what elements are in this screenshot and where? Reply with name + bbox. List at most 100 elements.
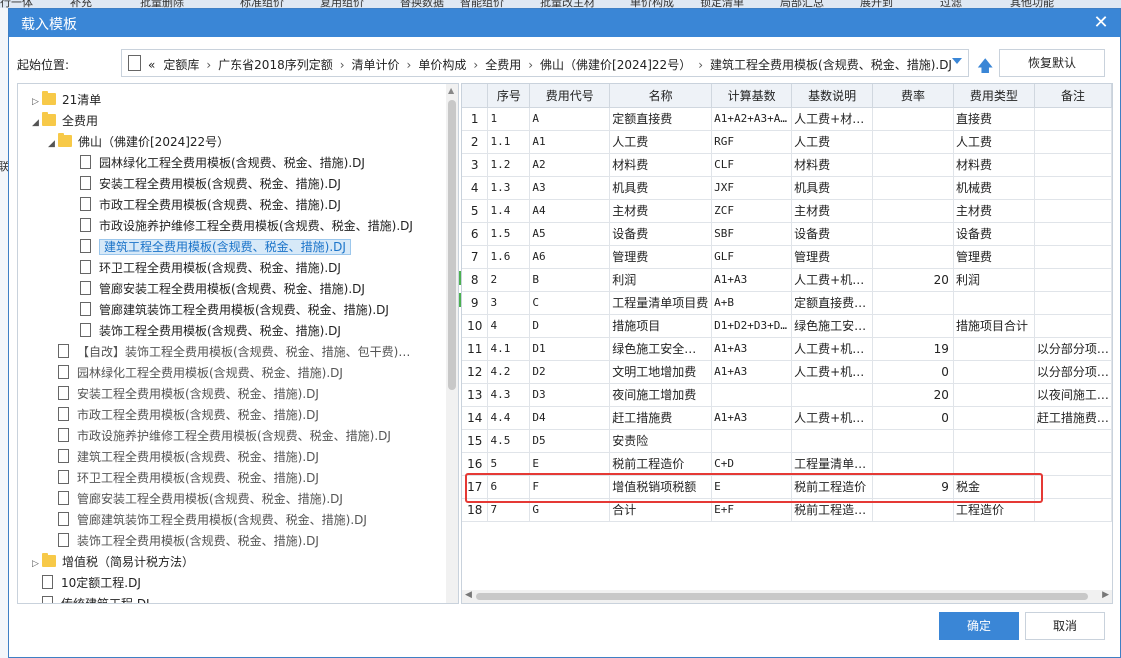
tree-item[interactable]: ◢ 佛山（佛建价[2024]22号） [48,132,229,153]
table-cell[interactable] [1034,429,1112,453]
table-cell[interactable]: 定额直接费… [791,291,874,315]
table-row[interactable]: 6 1.5 A5 设备费 SBF 设备费 设备费 [462,222,1112,246]
table-cell[interactable] [1034,222,1112,246]
grid-horizontal-scrollbar[interactable]: ◀ ▶ [462,590,1112,603]
scroll-left-icon[interactable]: ◀ [465,590,472,600]
table-cell[interactable] [1034,291,1112,315]
table-cell[interactable]: 1.2 [487,153,531,177]
table-row[interactable]: 15 4.5 D5 安责险 [462,429,1112,453]
scroll-right-icon[interactable]: ▶ [1102,590,1109,600]
table-cell[interactable] [1034,314,1112,338]
table-cell[interactable]: B [529,268,611,292]
table-cell[interactable]: A4 [529,199,611,223]
table-cell[interactable]: 主材费 [791,199,874,223]
table-cell[interactable]: A1+A3 [711,360,793,384]
tree-scroll-thumb[interactable] [448,100,456,390]
table-row[interactable]: 14 4.4 D4 赶工措施费 A1+A3 人工费+机… 0 赶工措施费… [462,406,1112,430]
table-cell[interactable] [953,360,1035,384]
tree-item[interactable]: 安装工程全费用模板(含规费、税金、措施).DJ [64,174,341,195]
table-cell[interactable]: 文明工地增加费 [609,360,713,384]
grid-scroll-thumb[interactable] [476,593,1088,600]
table-cell[interactable]: CLF [711,153,793,177]
table-cell[interactable] [791,429,874,453]
table-cell[interactable]: 4.4 [487,406,531,430]
table-cell[interactable] [872,176,954,200]
column-header[interactable]: 备注 [1034,84,1112,108]
tree-vertical-scrollbar[interactable]: ▲ [446,84,458,603]
table-cell[interactable]: 主材费 [609,199,713,223]
table-cell[interactable]: 0 [872,406,954,430]
table-cell[interactable]: 机具费 [609,176,713,200]
table-row[interactable]: 11 4.1 D1 绿色施工安全… A1+A3 人工费+机… 19 以分部分项… [462,337,1112,361]
table-cell[interactable]: 19 [872,337,954,361]
table-cell[interactable]: 4.3 [487,383,531,407]
table-row[interactable]: 2 1.1 A1 人工费 RGF 人工费 人工费 [462,130,1112,154]
table-cell[interactable]: D4 [529,406,611,430]
tree-item[interactable]: ▷ 增值税（简易计税方法） [32,552,194,573]
table-row[interactable]: 3 1.2 A2 材料费 CLF 材料费 材料费 [462,153,1112,177]
expand-toggle-icon[interactable]: ◢ [48,134,58,155]
table-cell[interactable]: D1 [529,337,611,361]
table-cell[interactable]: 措施项目 [609,314,713,338]
table-cell[interactable] [953,406,1035,430]
table-cell[interactable]: ZCF [711,199,793,223]
column-header[interactable]: 计算基数 [711,84,793,108]
tree-item[interactable]: ◢ 全费用 [32,111,98,132]
table-row[interactable]: 18 7 G 合计 E+F 税前工程造… 工程造价 [462,498,1112,522]
tree-item[interactable]: 园林绿化工程全费用模板(含规费、税金、措施).DJ [48,363,343,384]
column-header[interactable] [462,84,489,108]
tree-item[interactable]: 【自改】装饰工程全费用模板(含规费、税金、措施、包干费)… [48,342,410,363]
table-cell[interactable] [953,383,1035,407]
table-cell[interactable] [872,429,954,453]
table-cell[interactable]: 税前工程造价 [609,452,713,476]
table-cell[interactable]: 以分部分项… [1034,337,1112,361]
chevron-down-icon[interactable] [952,58,962,64]
column-header[interactable]: 基数说明 [791,84,874,108]
table-cell[interactable]: 1.6 [487,245,531,269]
table-cell[interactable]: 税前工程造… [791,498,874,522]
table-row[interactable]: 1 1 A 定额直接费 A1+A2+A3+A… 人工费+材… 直接费 [462,107,1112,131]
table-cell[interactable] [1034,199,1112,223]
breadcrumb-item[interactable]: 建筑工程全费用模板(含规费、税金、措施).DJ [710,58,952,72]
close-icon[interactable]: ✕ [1090,12,1112,34]
table-cell[interactable]: GLF [711,245,793,269]
table-cell[interactable]: 0 [872,360,954,384]
tree-item[interactable]: 10定额工程.DJ [32,573,141,594]
table-cell[interactable]: C [529,291,611,315]
table-cell[interactable]: 材料费 [953,153,1035,177]
table-cell[interactable]: 以分部分项… [1034,360,1112,384]
table-cell[interactable]: 1.4 [487,199,531,223]
up-arrow-icon[interactable]: 🡅 [977,55,993,82]
table-cell[interactable] [791,383,874,407]
table-cell[interactable]: D3 [529,383,611,407]
table-cell[interactable]: 人工费+机… [791,337,874,361]
table-cell[interactable]: 材料费 [609,153,713,177]
table-cell[interactable]: 直接费 [953,107,1035,131]
breadcrumb-item[interactable]: 佛山（佛建价[2024]22号） [540,58,691,72]
table-row[interactable]: 17 6 F 增值税销项税额 E 税前工程造价 9 税金 [462,475,1112,499]
table-cell[interactable] [953,452,1035,476]
table-cell[interactable] [1034,452,1112,476]
table-cell[interactable]: E+F [711,498,793,522]
table-cell[interactable] [1034,130,1112,154]
table-cell[interactable]: 赶工措施费 [609,406,713,430]
table-cell[interactable]: 利润 [609,268,713,292]
template-tree[interactable]: ▲ ▷ 21清单 ◢ 全费用 ◢ 佛山（佛建价[2024]22号） 园林绿化工程全费用模板(… [17,83,459,604]
table-cell[interactable]: 工程造价 [953,498,1035,522]
table-cell[interactable]: 设备费 [791,222,874,246]
table-cell[interactable] [872,222,954,246]
table-cell[interactable]: 措施项目合计 [953,314,1035,338]
table-cell[interactable] [953,429,1035,453]
expand-toggle-icon[interactable]: ◢ [32,113,42,134]
table-cell[interactable] [711,429,793,453]
table-cell[interactable]: 税前工程造价 [791,475,874,499]
breadcrumb-item[interactable]: 广东省2018序列定额 [218,58,333,72]
table-cell[interactable] [953,337,1035,361]
table-cell[interactable]: 7 [487,498,531,522]
table-cell[interactable]: 人工费 [609,130,713,154]
table-cell[interactable]: D [529,314,611,338]
column-header[interactable]: 费用类型 [953,84,1035,108]
tree-item[interactable]: 管廊安装工程全费用模板(含规费、税金、措施).DJ [64,279,365,300]
table-cell[interactable]: D1+D2+D3+D… [711,314,793,338]
table-cell[interactable]: 绿色施工安全… [609,337,713,361]
